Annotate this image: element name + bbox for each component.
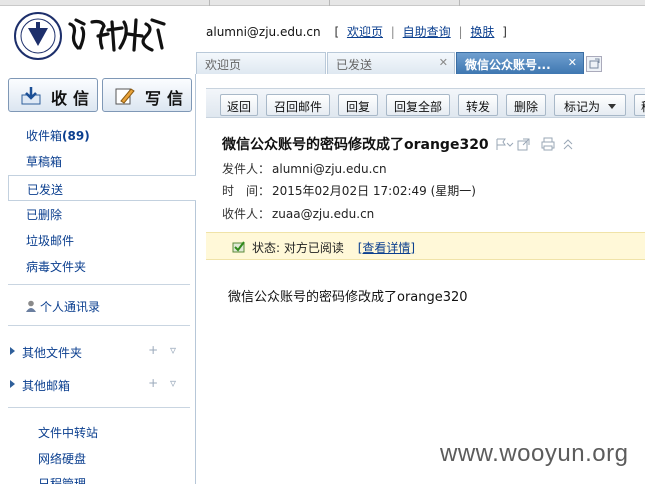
from-row: 发件人： alumni@zju.edu.cn (222, 160, 387, 177)
unread-count: (89) (62, 129, 90, 143)
folder-spam[interactable]: 垃圾邮件 (8, 227, 194, 253)
read-receipt-icon (232, 240, 246, 254)
flag-icon (496, 138, 506, 150)
status-text: 状态: 对方已阅读 (252, 241, 344, 255)
divider (8, 407, 190, 408)
expand-arrow-icon[interactable] (10, 347, 15, 355)
tab-label: 微信公众账号... (465, 58, 551, 72)
folder-label: 病毒文件夹 (26, 260, 87, 274)
folder-label: 已删除 (26, 208, 63, 222)
recall-button[interactable]: 召回邮件 (266, 94, 330, 116)
print-icon (541, 137, 555, 151)
self-service-link[interactable]: 自助查询 (403, 25, 451, 39)
add-filter-icons[interactable]: + ▿ (148, 343, 180, 357)
change-skin-link[interactable]: 换肤 (470, 25, 494, 39)
time-value: 2015年02月02日 17:02:49 (星期一) (272, 184, 476, 198)
zju-logo (12, 10, 192, 62)
welcome-link[interactable]: 欢迎页 (347, 25, 383, 39)
bracket-right: ] (502, 25, 507, 39)
divider (8, 284, 190, 285)
network-disk-link[interactable]: 网络硬盘 (38, 450, 86, 467)
group-other-mailboxes[interactable]: 其他邮箱 + ▿ (8, 373, 194, 397)
personal-contacts-link[interactable]: 个人通讯录 (8, 293, 194, 319)
subject-action-icons (496, 137, 586, 151)
chevron-down-icon (506, 142, 514, 147)
account-bar: alumni@zju.edu.cn [ 欢迎页 | 自助查询 | 换肤 ] (206, 23, 507, 40)
bracket-left: [ (334, 25, 340, 39)
compose-button[interactable]: 写信 (102, 78, 192, 112)
from-label: 发件人： (222, 162, 271, 176)
view-details-link[interactable]: [查看详情] (358, 241, 415, 255)
calendar-link[interactable]: 日程管理 (38, 475, 86, 484)
add-filter-icons[interactable]: + ▿ (148, 376, 180, 390)
compose-bar: 收信 写信 (8, 78, 194, 112)
mail-tabs: 欢迎页 已发送 ✕ 微信公众账号... ✕ (196, 52, 645, 74)
mark-as-label: 标记为 (563, 100, 600, 114)
message-body: 微信公众账号的密码修改成了orange320 (228, 290, 468, 305)
expand-arrow-icon[interactable] (10, 380, 15, 388)
new-tab-icon[interactable] (586, 56, 602, 72)
tab-label: 欢迎页 (205, 58, 242, 72)
inbox-download-icon (21, 87, 41, 105)
link-separator: | (458, 25, 463, 39)
to-label: 收件人： (222, 207, 271, 221)
compose-label: 写信 (145, 89, 190, 108)
watermark: www.wooyun.org (440, 440, 629, 467)
tab-sent[interactable]: 已发送 ✕ (327, 52, 455, 74)
divider (8, 325, 190, 326)
reply-button[interactable]: 回复 (338, 94, 378, 116)
folder-label: 已发送 (27, 183, 64, 197)
to-value[interactable]: zuaa@zju.edu.cn (272, 207, 374, 221)
open-window-icon (517, 138, 530, 151)
move-button[interactable]: 移 (634, 94, 645, 116)
sidebar: 收信 写信 收件箱(89) 草稿箱 已发送 已删除 垃圾邮件 病毒文件夹 个人通… (0, 74, 196, 484)
message-toolbar: 返回 召回邮件 回复 回复全部 转发 删除 标记为 移 (206, 88, 645, 118)
collapse-icon (563, 139, 573, 150)
read-status-bar: 状态: 对方已阅读 [查看详情] (206, 232, 645, 260)
mark-as-dropdown[interactable]: 标记为 (554, 94, 626, 116)
folder-sent[interactable]: 已发送 (8, 175, 196, 201)
receive-button[interactable]: 收信 (8, 78, 98, 112)
receive-label: 收信 (51, 89, 96, 108)
reply-all-button[interactable]: 回复全部 (386, 94, 450, 116)
close-icon[interactable]: ✕ (568, 56, 577, 69)
time-label: 时 间： (222, 184, 271, 198)
delete-button[interactable]: 删除 (506, 94, 546, 116)
chevron-down-icon (608, 104, 616, 109)
folder-virus[interactable]: 病毒文件夹 (8, 253, 194, 279)
folder-label: 收件箱 (26, 129, 63, 143)
back-button[interactable]: 返回 (220, 94, 258, 116)
folder-drafts[interactable]: 草稿箱 (8, 148, 194, 174)
folder-label: 草稿箱 (26, 155, 63, 169)
message-subject: 微信公众账号的密码修改成了orange320 (222, 137, 489, 153)
group-label: 其他邮箱 (22, 379, 71, 393)
tab-message[interactable]: 微信公众账号... ✕ (456, 52, 584, 74)
group-other-folders[interactable]: 其他文件夹 + ▿ (8, 340, 194, 364)
time-row: 时 间： 2015年02月02日 17:02:49 (星期一) (222, 182, 476, 199)
pencil-icon (115, 87, 135, 105)
to-row: 收件人： zuaa@zju.edu.cn (222, 205, 374, 222)
tab-label: 已发送 (336, 58, 373, 72)
group-label: 其他文件夹 (22, 346, 83, 360)
tab-welcome[interactable]: 欢迎页 (196, 52, 326, 74)
close-icon[interactable]: ✕ (439, 56, 448, 69)
contacts-label: 个人通讯录 (40, 300, 101, 314)
forward-button[interactable]: 转发 (458, 94, 498, 116)
folder-deleted[interactable]: 已删除 (8, 201, 194, 227)
top-strip (0, 0, 645, 6)
folder-label: 垃圾邮件 (26, 234, 75, 248)
link-separator: | (390, 25, 395, 39)
contact-icon (26, 300, 36, 312)
from-value[interactable]: alumni@zju.edu.cn (272, 162, 387, 176)
folder-inbox[interactable]: 收件箱(89) (8, 122, 194, 148)
account-email: alumni@zju.edu.cn (206, 25, 321, 39)
file-transfer-link[interactable]: 文件中转站 (38, 424, 98, 441)
